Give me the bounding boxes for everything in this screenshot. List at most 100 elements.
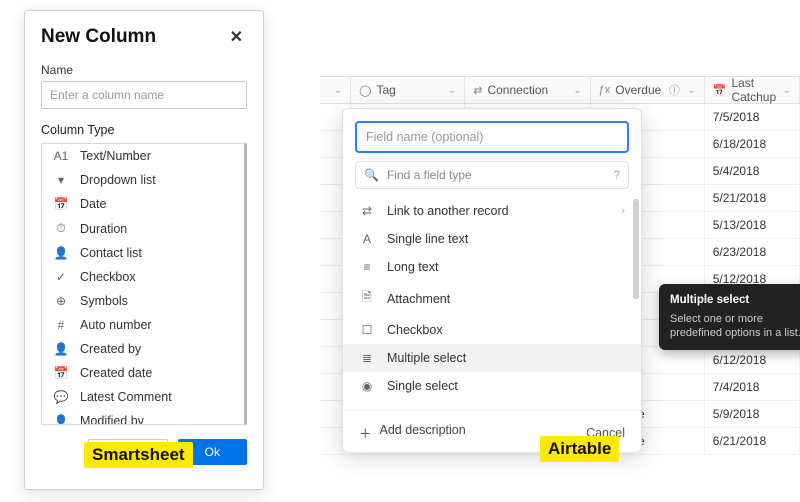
column-type-list[interactable]: A1 Text/Number ▾ Dropdown list 📅 Date ⏱ Duratio…: [41, 143, 247, 425]
type-label: Duration: [80, 222, 127, 236]
search-icon: 🔍: [364, 168, 379, 182]
tooltip-body: Select one or more predefined options in…: [670, 312, 800, 342]
column-type-option[interactable]: ⊕ Symbols: [42, 289, 244, 313]
type-icon: ▾: [52, 173, 70, 187]
column-type-option[interactable]: 👤Created by: [42, 337, 244, 361]
field-type-option[interactable]: ≣Multiple select: [343, 344, 641, 372]
caption-airtable: Airtable: [540, 436, 619, 462]
cell-last-catchup[interactable]: 6/21/2018: [705, 428, 800, 454]
type-icon: ⊕: [52, 294, 70, 308]
type-icon: ⏱: [52, 221, 70, 236]
column-type-label: Column Type: [41, 123, 247, 137]
column-label: Overdue: [615, 83, 661, 97]
close-icon[interactable]: ✕: [226, 25, 247, 49]
type-label: Created date: [80, 366, 152, 380]
column-header-overdue[interactable]: ƒx Overdue ⓘ ⌄: [591, 77, 705, 103]
link-icon: ⇄: [473, 84, 482, 97]
field-type-label: Checkbox: [387, 323, 443, 337]
column-type-option[interactable]: ✓Checkbox: [42, 265, 244, 289]
type-label: Symbols: [80, 294, 128, 308]
add-description-label: Add description: [380, 423, 466, 442]
field-name-input[interactable]: [355, 121, 629, 153]
cell-last-catchup[interactable]: 7/4/2018: [705, 374, 800, 400]
type-icon: #: [52, 318, 70, 332]
field-type-icon: ≡: [359, 260, 375, 274]
column-header-connection[interactable]: ⇄ Connection ⌄: [465, 77, 590, 103]
cell-last-catchup[interactable]: 7/5/2018: [705, 104, 800, 130]
column-name-input[interactable]: [41, 81, 247, 109]
type-label: Created by: [80, 342, 141, 356]
cell-last-catchup[interactable]: 5/4/2018: [705, 158, 800, 184]
column-label: Connection: [487, 83, 548, 97]
type-label: Date: [80, 197, 106, 211]
type-label: Dropdown list: [80, 173, 156, 187]
header-expand[interactable]: ⌄: [320, 77, 351, 103]
field-type-label: Single select: [387, 379, 458, 393]
field-type-tooltip: Multiple select Select one or more prede…: [659, 284, 800, 350]
field-type-label: Link to another record: [387, 204, 509, 218]
cell-last-catchup[interactable]: 5/21/2018: [705, 185, 800, 211]
column-type-option[interactable]: 📅 Created date: [42, 361, 244, 385]
name-label: Name: [41, 63, 247, 77]
cell-last-catchup[interactable]: 5/9/2018: [705, 401, 800, 427]
cell-last-catchup[interactable]: 6/18/2018: [705, 131, 800, 157]
column-type-option[interactable]: #Auto number: [42, 313, 244, 337]
column-type-option[interactable]: ⏱ Duration: [42, 216, 244, 241]
chevron-down-icon: ⌄: [573, 85, 581, 96]
formula-icon: ƒx: [599, 84, 611, 96]
calendar-icon: 📅: [713, 84, 727, 97]
column-type-option[interactable]: 👤Modified by: [42, 409, 244, 425]
chevron-right-icon: ›: [621, 205, 625, 217]
column-label: Tag: [376, 83, 395, 97]
field-type-option[interactable]: ☐ Checkbox: [343, 316, 641, 344]
field-type-label: Long text: [387, 260, 438, 274]
search-placeholder: Find a field type: [387, 168, 605, 182]
type-label: Latest Comment: [80, 390, 172, 404]
plus-icon: ＋: [359, 423, 372, 442]
field-type-label: Attachment: [387, 292, 450, 306]
field-type-icon: ☐: [359, 323, 375, 337]
help-icon[interactable]: ?: [613, 168, 620, 182]
field-create-popover: 🔍 Find a field type ? ⇄ Link to another r…: [342, 108, 642, 453]
modal-title: New Column: [41, 26, 156, 48]
field-type-list: ⇄ Link to another record › A Single line tex…: [343, 195, 641, 402]
field-type-option[interactable]: 🗎Attachment: [343, 281, 641, 316]
field-type-label: Single line text: [387, 232, 468, 246]
field-type-option[interactable]: A Single line text: [343, 225, 641, 253]
column-label: Last Catchup: [731, 76, 777, 104]
column-header-last-catchup[interactable]: 📅 Last Catchup ⌄: [705, 77, 800, 103]
type-icon: 📅: [52, 366, 70, 380]
chevron-down-icon: ⌄: [783, 85, 791, 96]
field-type-option[interactable]: ⇄ Link to another record ›: [343, 197, 641, 225]
field-type-option[interactable]: ◉ Single select: [343, 372, 641, 400]
type-label: Modified by: [80, 414, 144, 425]
column-type-option[interactable]: 👤Contact list: [42, 241, 244, 265]
field-type-option[interactable]: ≡ Long text: [343, 253, 641, 281]
chevron-down-icon: ⌄: [448, 85, 456, 96]
cell-last-catchup[interactable]: 6/23/2018: [705, 239, 800, 265]
type-label: Checkbox: [80, 270, 136, 284]
cell-last-catchup[interactable]: 5/13/2018: [705, 212, 800, 238]
column-type-option[interactable]: ▾ Dropdown list: [42, 168, 244, 192]
column-type-option[interactable]: 💬 Latest Comment: [42, 385, 244, 409]
type-icon: 👤: [52, 246, 70, 260]
field-type-search[interactable]: 🔍 Find a field type ?: [355, 161, 629, 189]
field-type-label: Multiple select: [387, 351, 466, 365]
column-type-option[interactable]: 📅 Date: [42, 192, 244, 216]
column-type-option[interactable]: A1 Text/Number: [42, 144, 244, 168]
column-header-tag[interactable]: ◯ Tag ⌄: [351, 77, 465, 103]
field-type-icon: A: [359, 232, 375, 246]
tag-icon: ◯: [359, 84, 371, 97]
type-icon: 💬: [52, 390, 70, 404]
chevron-down-icon: ⌄: [687, 85, 695, 96]
cell-last-catchup[interactable]: 6/12/2018: [705, 347, 800, 373]
tooltip-title: Multiple select: [670, 293, 800, 309]
field-type-icon: ◉: [359, 379, 375, 393]
info-icon: ⓘ: [669, 82, 680, 98]
type-icon: A1: [52, 149, 70, 163]
type-label: Text/Number: [80, 149, 151, 163]
field-type-icon: ⇄: [359, 204, 375, 218]
add-description-button[interactable]: ＋ Add description: [359, 423, 466, 442]
type-icon: 📅: [52, 197, 70, 211]
smartsheet-new-column-modal: New Column ✕ Name Column Type A1 Text/Num…: [24, 10, 264, 490]
